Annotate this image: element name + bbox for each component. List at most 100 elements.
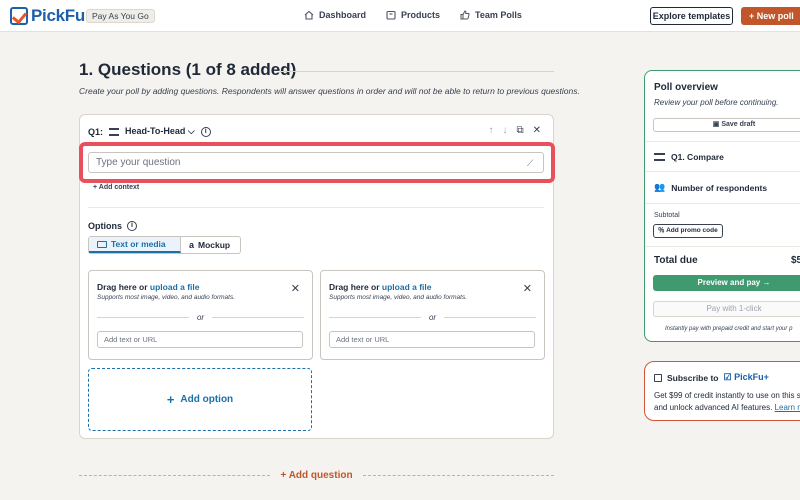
question-type-select[interactable]: Head-To-Head ⌵	[125, 126, 195, 137]
add-context-label: Add context	[98, 184, 140, 191]
pickfu-logo[interactable]: PickFu	[10, 6, 85, 26]
subscribe-checkbox[interactable]	[654, 373, 662, 382]
close-icon[interactable]: ✕	[523, 282, 532, 295]
close-icon[interactable]: ✕	[291, 282, 300, 295]
add-option-label: Add option	[180, 394, 234, 405]
question-actions: ↑ ↓ ⧉ ✕	[488, 125, 541, 136]
logo-check-icon	[10, 7, 28, 25]
nav-team-polls[interactable]: Team Polls	[460, 10, 522, 20]
supported-formats: Supports most image, video, and audio fo…	[329, 294, 468, 301]
image-icon	[97, 240, 107, 248]
move-down-icon[interactable]: ↓	[502, 125, 507, 136]
add-question-button[interactable]: + Add question	[280, 470, 352, 481]
subscribe-row: Subscribe to ☑ PickFu+	[654, 372, 769, 383]
box-icon	[386, 10, 396, 20]
nav-products-label: Products	[401, 10, 441, 20]
plan-badge: Pay As You Go	[86, 9, 155, 23]
pickfu-plus-text: PickFu+	[734, 372, 769, 382]
add-context-button[interactable]: + Add context	[93, 184, 139, 191]
home-icon	[304, 10, 314, 20]
top-nav: PickFu Pay As You Go Dashboard Products …	[0, 0, 800, 32]
arrow-right-icon: →	[762, 278, 771, 287]
magic-wand-icon[interactable]: ⟋	[527, 158, 533, 169]
nav-team-polls-label: Team Polls	[475, 10, 522, 20]
tab-text-or-media-label: Text or media	[111, 239, 166, 249]
option-card-2[interactable]: Drag here or upload a file Supports most…	[320, 270, 545, 360]
tab-mockup[interactable]: a Mockup	[181, 237, 238, 253]
or-label: or	[196, 313, 205, 322]
total-due-amount: $5	[791, 255, 800, 266]
option-text-input[interactable]: Add text or URL	[97, 331, 303, 348]
option-text-input[interactable]: Add text or URL	[329, 331, 535, 348]
plus-icon: +	[280, 470, 289, 481]
poll-overview-panel: Poll overview Review your poll before co…	[644, 70, 800, 342]
page-title: 1. Questions (1 of 8 added)	[79, 60, 297, 79]
subtotal-label: Subtotal	[654, 212, 680, 219]
subscribe-label: Subscribe to	[667, 372, 719, 383]
or-label: or	[428, 313, 437, 322]
duplicate-icon[interactable]: ⧉	[516, 125, 523, 136]
thumbs-up-icon	[460, 10, 470, 20]
upload-file-link[interactable]: upload a file	[382, 282, 432, 292]
add-question-label: Add question	[288, 470, 353, 481]
question-input[interactable]: Type your question	[88, 152, 544, 173]
overview-divider	[645, 171, 800, 172]
overview-subtitle: Review your poll before continuing.	[654, 98, 779, 107]
learn-more-link[interactable]: Learn m	[775, 403, 800, 412]
overview-item-q1[interactable]: Q1. Compare	[654, 152, 724, 162]
info-icon[interactable]: i	[127, 221, 137, 231]
tab-text-or-media[interactable]: Text or media	[89, 237, 181, 253]
overview-item-respondents[interactable]: 👥 Number of respondents	[654, 182, 767, 193]
upload-file-link[interactable]: upload a file	[150, 282, 200, 292]
info-icon[interactable]: i	[200, 126, 211, 137]
explore-templates-button[interactable]: Explore templates	[650, 7, 733, 25]
close-icon[interactable]: ✕	[533, 125, 541, 136]
people-icon: 👥	[654, 182, 666, 192]
preview-pay-label: Preview and pay	[697, 278, 761, 287]
or-divider: or	[329, 313, 536, 322]
drag-prefix: Drag here or	[329, 282, 382, 292]
promo-label: Add promo code	[666, 227, 718, 234]
add-option-button[interactable]: + Add option	[88, 368, 312, 431]
amazon-icon: a	[189, 240, 195, 250]
title-divider	[280, 71, 554, 72]
subscribe-panel: Subscribe to ☑ PickFu+ Get $99 of credit…	[644, 361, 800, 421]
supported-formats: Supports most image, video, and audio fo…	[97, 294, 236, 301]
plus-icon: +	[166, 392, 175, 407]
compare-icon	[109, 127, 120, 136]
pay-with-1-click-button[interactable]: Pay with 1-click	[653, 301, 800, 317]
overview-item-respondents-label: Number of respondents	[671, 182, 768, 193]
new-poll-label: New poll	[756, 11, 794, 21]
preview-and-pay-button[interactable]: Preview and pay →	[653, 275, 800, 291]
options-label: Options	[88, 221, 122, 231]
add-promo-code-button[interactable]: ％ Add promo code	[653, 224, 723, 238]
drag-title: Drag here or upload a file	[329, 282, 432, 292]
overview-divider	[645, 141, 800, 142]
subscribe-line-2: and unlock advanced AI features.	[654, 403, 773, 412]
logo-text: PickFu	[31, 6, 85, 25]
nav-products[interactable]: Products	[386, 10, 440, 20]
option-type-tabs: Text or media a Mockup	[88, 236, 241, 254]
new-poll-button[interactable]: + New poll	[741, 7, 800, 25]
nav-dashboard-label: Dashboard	[319, 10, 367, 20]
subscribe-description: Get $99 of credit instantly to use on th…	[654, 390, 800, 414]
move-up-icon[interactable]: ↑	[488, 125, 493, 136]
nav-dashboard[interactable]: Dashboard	[304, 10, 366, 20]
save-draft-button[interactable]: ▣ Save draft	[653, 118, 800, 132]
dashed-divider	[79, 475, 271, 476]
options-divider	[88, 207, 544, 208]
plus-icon: +	[749, 11, 755, 21]
save-draft-label: Save draft	[721, 121, 756, 128]
overview-title: Poll overview	[654, 82, 718, 93]
overview-divider	[645, 203, 800, 204]
question-header: Q1: Head-To-Head ⌵ i	[88, 126, 211, 137]
drag-prefix: Drag here or	[97, 282, 150, 292]
subscribe-line-1: Get $99 of credit instantly to use on th…	[654, 391, 800, 400]
option-card-1[interactable]: Drag here or upload a file Supports most…	[88, 270, 313, 360]
total-due-label: Total due	[654, 255, 698, 266]
dashed-divider	[362, 475, 555, 476]
question-type-label: Head-To-Head	[125, 126, 186, 136]
instant-pay-note: Instantly pay with prepaid credit and st…	[665, 326, 793, 332]
nav-links: Dashboard Products Team Polls	[304, 10, 522, 20]
overview-item-q1-label: Q1. Compare	[671, 152, 724, 162]
